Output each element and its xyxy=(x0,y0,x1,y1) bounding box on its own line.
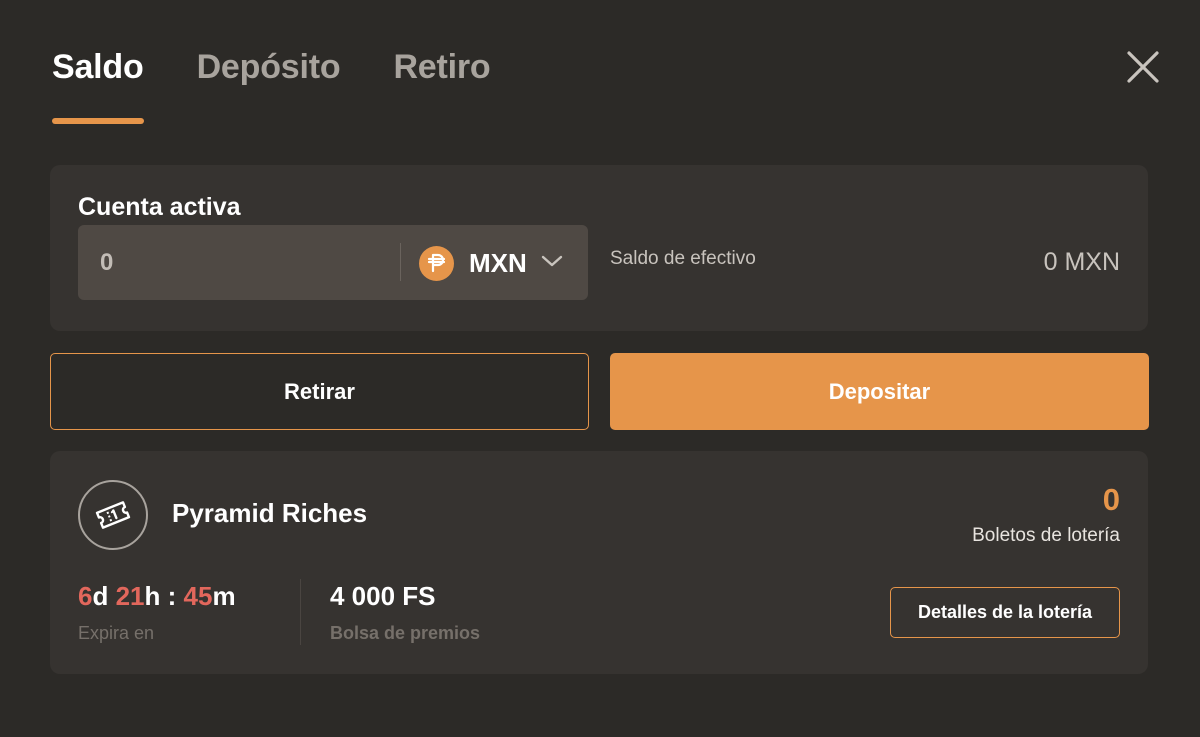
currency-selector[interactable]: MXN xyxy=(419,244,563,282)
amount-divider xyxy=(400,243,401,281)
active-account-card: Cuenta activa 0 MXN Saldo de efectivo 0 … xyxy=(50,165,1148,331)
timer-hours: 21 xyxy=(115,581,145,611)
tab-bar: Saldo Depósito Retiro xyxy=(52,48,543,124)
countdown-timer: 6d 21h : 45m xyxy=(78,581,236,612)
amount-field[interactable]: 0 MXN xyxy=(78,225,588,300)
lottery-name: Pyramid Riches xyxy=(172,498,368,528)
tickets-label: Boletos de lotería xyxy=(972,525,1120,546)
lottery-divider xyxy=(300,579,301,645)
tab-saldo[interactable]: Saldo xyxy=(52,48,144,124)
timer-hours-unit: h xyxy=(144,581,161,611)
cash-balance-value: 0 MXN xyxy=(1043,248,1120,276)
tab-retiro[interactable]: Retiro xyxy=(393,48,490,124)
lottery-card: Pyramid Riches 0 Boletos de lotería 6d 2… xyxy=(50,451,1148,674)
timer-separator: : xyxy=(167,581,177,611)
timer-days: 6 xyxy=(78,581,93,611)
ticket-icon xyxy=(78,480,148,550)
expires-label: Expira en xyxy=(78,623,155,643)
lottery-details-button[interactable]: Detalles de la lotería xyxy=(890,587,1120,638)
timer-minutes-unit: m xyxy=(212,581,236,611)
deposit-button[interactable]: Depositar xyxy=(610,353,1149,430)
account-title: Cuenta activa xyxy=(78,193,241,221)
amount-value: 0 xyxy=(100,249,114,276)
prize-pool-value: 4 000 FS xyxy=(330,581,436,611)
chevron-down-icon xyxy=(541,254,563,273)
timer-minutes: 45 xyxy=(183,581,213,611)
tickets-count: 0 xyxy=(1102,482,1120,517)
prize-pool-label: Bolsa de premios xyxy=(330,623,481,643)
cash-balance-label: Saldo de efectivo xyxy=(610,248,756,269)
withdraw-button[interactable]: Retirar xyxy=(50,353,589,430)
tab-deposito[interactable]: Depósito xyxy=(197,48,341,124)
close-icon[interactable] xyxy=(1124,48,1162,86)
peso-icon xyxy=(419,245,454,281)
currency-label: MXN xyxy=(469,247,527,278)
timer-days-unit: d xyxy=(92,581,109,611)
